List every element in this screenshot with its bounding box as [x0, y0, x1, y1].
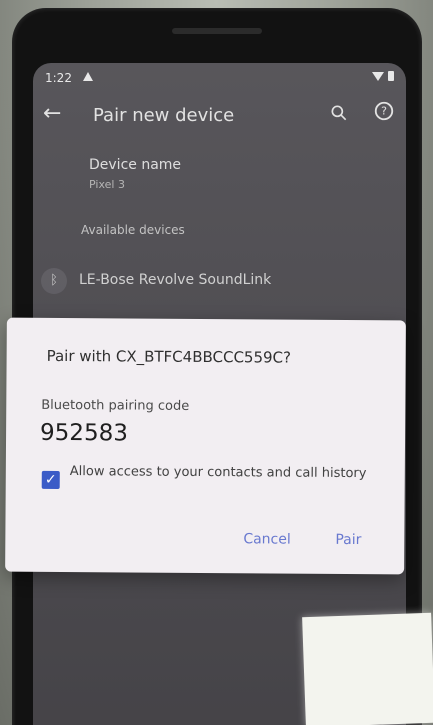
wifi-icon	[372, 71, 384, 81]
status-bar: 1:22	[33, 63, 406, 89]
pairing-code-value: 952583	[39, 419, 128, 447]
page-title: Pair new device	[93, 105, 235, 126]
search-icon[interactable]	[329, 103, 349, 123]
light-glare	[302, 612, 433, 725]
pair-dialog: Pair with CX_BTFC4BBCCC559C? Bluetooth p…	[5, 317, 406, 575]
system-icons	[372, 71, 394, 81]
warning-icon	[83, 72, 93, 81]
contacts-access-label: Allow access to your contacts and call h…	[69, 464, 367, 482]
phone-speaker	[172, 28, 262, 34]
pair-button[interactable]: Pair	[335, 532, 361, 548]
device-row[interactable]: ᛒ LE-Bose Revolve SoundLink	[33, 261, 406, 301]
cancel-button[interactable]: Cancel	[243, 531, 291, 547]
photo-scene: 1:22 ← Pair new device ? Device name Pix…	[0, 0, 433, 725]
status-time: 1:22	[45, 71, 72, 85]
svg-text:?: ?	[381, 105, 387, 118]
dialog-title: Pair with CX_BTFC4BBCCC559C?	[46, 346, 292, 367]
bluetooth-icon: ᛒ	[41, 268, 67, 294]
pairing-code-label: Bluetooth pairing code	[41, 397, 190, 414]
contacts-access-row[interactable]: ✓ Allow access to your contacts and call…	[41, 463, 382, 511]
help-icon[interactable]: ?	[373, 100, 395, 122]
available-devices-label: Available devices	[81, 223, 185, 237]
device-name-title: Device name	[89, 157, 182, 173]
checkbox-checked-icon[interactable]: ✓	[41, 470, 60, 489]
battery-icon	[388, 71, 394, 81]
arrow-left-icon[interactable]: ←	[43, 103, 61, 125]
device-name: LE-Bose Revolve SoundLink	[79, 272, 272, 288]
dialog-actions: Cancel Pair	[5, 526, 404, 555]
device-name-value: Pixel 3	[89, 178, 125, 191]
app-bar: ← Pair new device ?	[33, 93, 406, 141]
